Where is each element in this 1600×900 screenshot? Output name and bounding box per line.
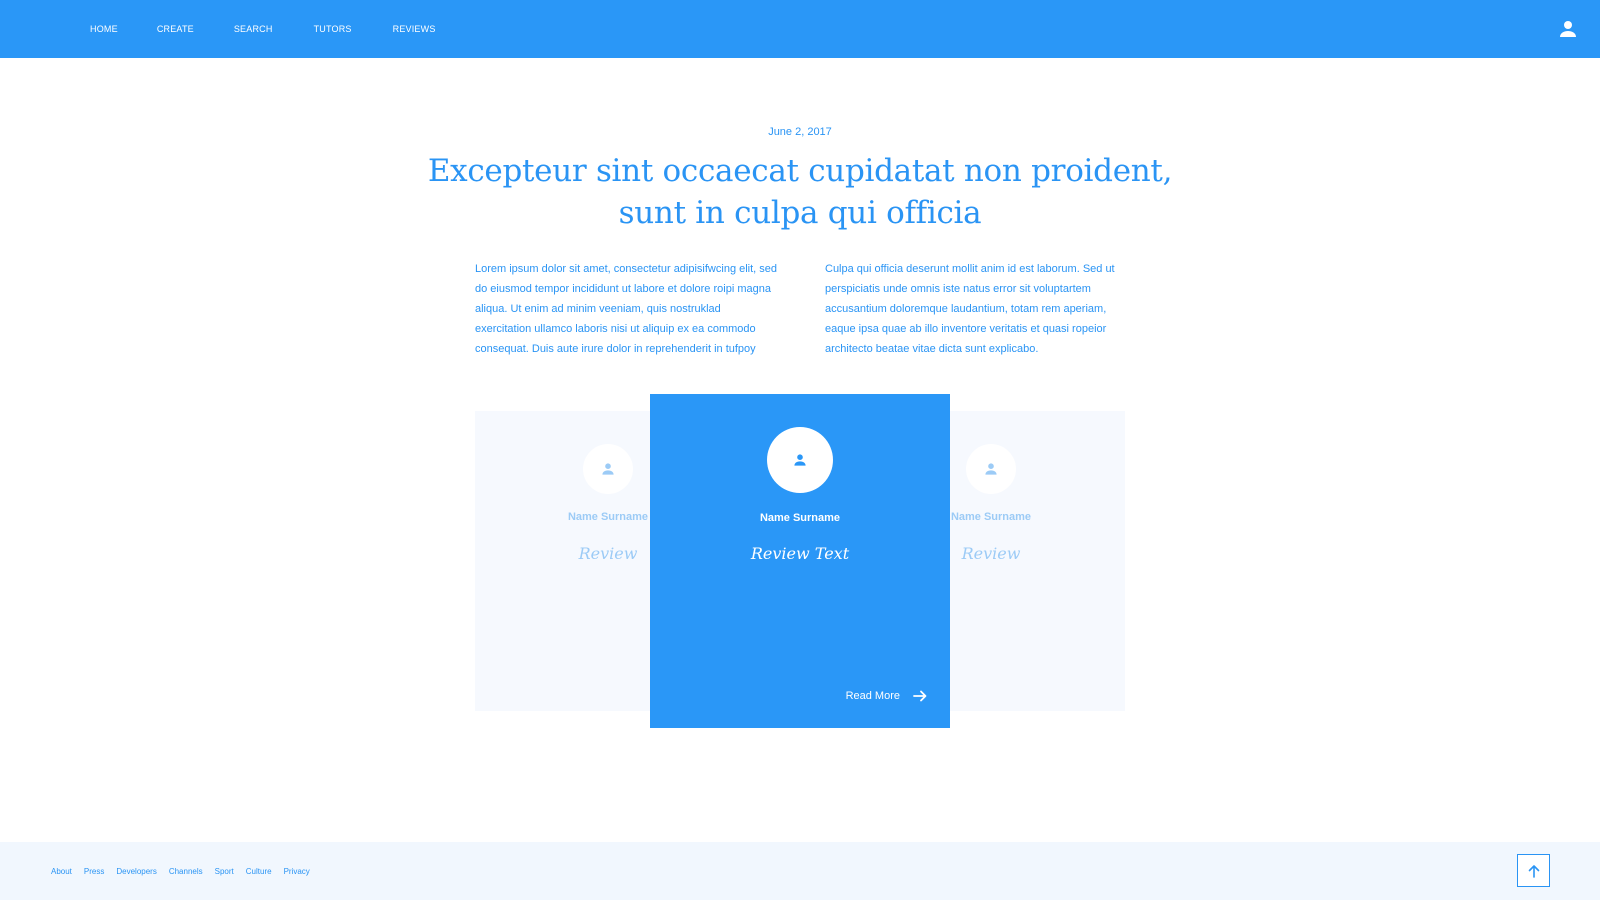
footer-link-sport[interactable]: Sport <box>215 867 234 876</box>
review-text: Review Text <box>750 544 850 563</box>
footer-link-channels[interactable]: Channels <box>169 867 203 876</box>
user-icon <box>794 454 806 466</box>
review-card-active[interactable]: Name Surname Review Text Read More <box>650 394 950 728</box>
avatar <box>583 444 633 494</box>
footer: About Press Developers Channels Sport Cu… <box>0 842 1600 900</box>
avatar <box>966 444 1016 494</box>
top-nav-bar: HOME CREATE SEARCH TUTORS REVIEWS <box>0 0 1600 58</box>
article-date: June 2, 2017 <box>768 126 832 138</box>
back-to-top-button[interactable] <box>1517 854 1550 887</box>
article-column-left: Lorem ipsum dolor sit amet, consectetur … <box>475 263 778 355</box>
article-headline: Excepteur sint occaecat cupidatat non pr… <box>427 153 1173 231</box>
arrow-up-icon <box>1528 864 1539 878</box>
nav-item-search[interactable]: SEARCH <box>234 24 273 34</box>
footer-link-privacy[interactable]: Privacy <box>284 867 310 876</box>
reviewer-name: Name Surname <box>759 512 841 524</box>
user-icon <box>602 463 614 475</box>
footer-link-culture[interactable]: Culture <box>246 867 272 876</box>
read-more-label: Read More <box>845 690 900 702</box>
nav-item-reviews[interactable]: REVIEWS <box>393 24 436 34</box>
article-column-right: Culpa qui officia deserunt mollit anim i… <box>825 263 1115 355</box>
read-more-link[interactable]: Read More <box>846 688 928 704</box>
nav-item-create[interactable]: CREATE <box>157 24 194 34</box>
footer-links: About Press Developers Channels Sport Cu… <box>51 842 322 900</box>
user-icon[interactable] <box>1558 19 1578 39</box>
nav-item-tutors[interactable]: TUTORS <box>314 24 352 34</box>
footer-link-about[interactable]: About <box>51 867 72 876</box>
nav-item-home[interactable]: HOME <box>90 24 118 34</box>
main-nav: HOME CREATE SEARCH TUTORS REVIEWS <box>78 0 448 58</box>
avatar <box>767 427 833 493</box>
arrow-right-icon <box>913 690 927 702</box>
user-icon <box>985 463 997 475</box>
footer-link-press[interactable]: Press <box>84 867 104 876</box>
footer-link-developers[interactable]: Developers <box>116 867 156 876</box>
